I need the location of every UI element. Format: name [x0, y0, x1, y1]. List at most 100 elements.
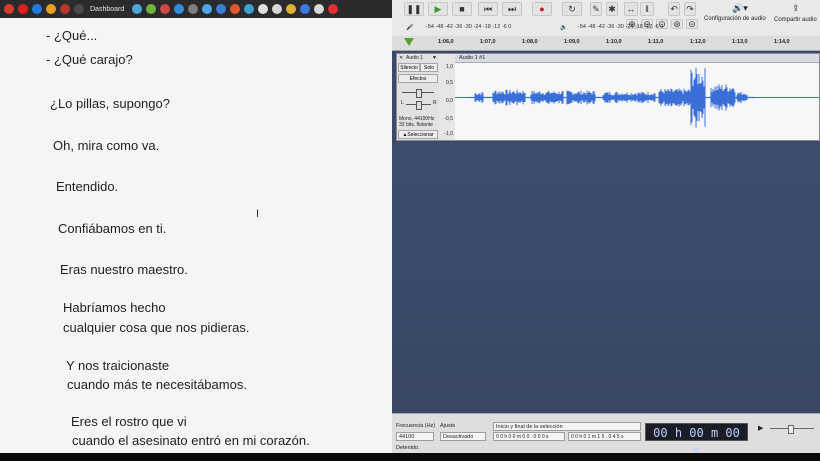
select-track-button[interactable]: ▲ Seleccionar	[398, 130, 438, 139]
rate-select[interactable]: 44100	[396, 432, 434, 441]
track-close-icon[interactable]: ✕	[399, 55, 403, 61]
doc-line: cuando más te necesitábamos.	[67, 377, 247, 392]
audio-track[interactable]: ✕ Audio 1 ▼ Silencio Solo Efectos L R Mo…	[396, 53, 820, 141]
time-tick: 1:13,0	[732, 39, 748, 45]
time-tick: 1:06,0	[438, 39, 454, 45]
bookmark-icon[interactable]	[314, 4, 325, 14]
bookmark-icon[interactable]	[4, 4, 14, 14]
speaker-icon: 🔈	[560, 25, 568, 31]
doc-line: Habríamos hecho	[63, 300, 166, 315]
bookmark-icon[interactable]	[216, 4, 227, 14]
share-audio-label[interactable]: Compartir audio	[774, 17, 817, 23]
doc-line: cualquier cosa que nos pidieras.	[63, 320, 250, 335]
bookmark-icon[interactable]	[202, 4, 213, 14]
track-control-panel: ✕ Audio 1 ▼ Silencio Solo Efectos L R Mo…	[397, 54, 440, 140]
bookmark-icon[interactable]	[160, 4, 171, 14]
play-speed-handle[interactable]	[788, 425, 794, 434]
selection-range-select[interactable]: Inicio y final de la selección	[493, 422, 641, 431]
bookmark-icon[interactable]	[32, 4, 42, 14]
zoom-fit-icon[interactable]: ⊛	[671, 19, 683, 29]
doc-line: - ¿Qué...	[46, 28, 98, 43]
bookmark-icon[interactable]	[230, 4, 241, 14]
pan-left-label: L	[401, 100, 404, 106]
rate-label: Frecuencia (Hz)	[396, 423, 436, 429]
bookmark-icon[interactable]	[74, 4, 84, 14]
bookmark-icon[interactable]	[258, 4, 269, 14]
audacity-window: ❚❚ ▶ ■ ⏮ ⏭ ● ↻ ✎ ✱ ↔ ‖ ↶ ↷ ⊕ ⊖ ⊙ ⊛ ⊝ -54…	[392, 0, 820, 453]
play-at-speed-icon[interactable]: ▶	[758, 424, 763, 432]
record-icon[interactable]: ●	[532, 2, 552, 16]
playback-meter-scale: -54 -48 -42 -36 -30 -24 -18 -12 -6 0	[578, 24, 664, 30]
bookmark-icon[interactable]	[328, 4, 339, 14]
bookmark-icon[interactable]	[244, 4, 255, 14]
time-tick: 1:14,0	[774, 39, 790, 45]
bookmarks-bar: Dashboard	[0, 0, 395, 18]
doc-line: Confiábamos en ti.	[58, 221, 167, 236]
bookmark-icon[interactable]	[146, 4, 157, 14]
waveform-area[interactable]: Audio 1 #1	[455, 54, 819, 140]
empty-track-area[interactable]	[392, 143, 820, 413]
gain-slider-handle[interactable]	[416, 89, 422, 98]
time-tick: 1:11,0	[648, 39, 664, 45]
share-icon[interactable]: ⇪	[792, 3, 800, 14]
time-tick: 1:12,0	[690, 39, 706, 45]
subtitle-document[interactable]: - ¿Qué... - ¿Qué carajo? ¿Lo pillas, sup…	[0, 18, 392, 453]
bookmark-icon[interactable]	[46, 4, 56, 14]
track-name[interactable]: Audio 1	[406, 55, 423, 61]
skip-end-icon[interactable]: ⏭	[502, 2, 522, 16]
time-display[interactable]: 00 h 00 m 00 s	[645, 423, 748, 453]
time-tick: 1:09,0	[564, 39, 580, 45]
undo-icon[interactable]: ↶	[668, 2, 680, 16]
scale-label: 0,5	[446, 80, 453, 86]
multi-tool-icon[interactable]: ✱	[606, 2, 618, 16]
bookmark-icon[interactable]	[18, 4, 28, 14]
pencil-icon[interactable]: ✎	[590, 2, 602, 16]
silence-icon[interactable]: ‖	[640, 2, 654, 16]
pause-icon[interactable]: ❚❚	[404, 2, 424, 16]
loop-icon[interactable]: ↻	[562, 2, 582, 16]
amplitude-scale: 1,0 0,5 0,0 -0,5 -1,0	[439, 54, 456, 140]
text-cursor-icon: I	[256, 208, 260, 220]
taskbar	[0, 453, 820, 461]
audacity-toolbar: ❚❚ ▶ ■ ⏮ ⏭ ● ↻ ✎ ✱ ↔ ‖ ↶ ↷ ⊕ ⊖ ⊙ ⊛ ⊝ -54…	[392, 0, 820, 37]
bookmark-icon[interactable]	[60, 4, 70, 14]
audio-setup-label[interactable]: Configuración de audio	[704, 16, 766, 22]
bookmark-icon[interactable]	[286, 4, 297, 14]
solo-button[interactable]: Solo	[420, 63, 438, 72]
timeline-ruler[interactable]: 1:06,0 1:07,0 1:08,0 1:09,0 1:10,0 1:11,…	[392, 36, 820, 51]
scale-label: 1,0	[446, 64, 453, 70]
time-tick: 1:10,0	[606, 39, 622, 45]
scale-label: -0,5	[444, 116, 453, 122]
time-tick: 1:08,0	[522, 39, 538, 45]
stop-icon[interactable]: ■	[452, 2, 472, 16]
trim-icon[interactable]: ↔	[624, 2, 638, 16]
bookmark-icon[interactable]	[272, 4, 283, 14]
playhead-icon[interactable]	[404, 38, 414, 46]
audio-setup-icon[interactable]: 🔊▾	[732, 3, 748, 14]
doc-line: Entendido.	[56, 179, 119, 194]
bookmark-icon[interactable]	[188, 4, 199, 14]
track-menu-icon[interactable]: ▼	[432, 55, 437, 61]
doc-line: cuando el asesinato entró en mi corazón.	[72, 433, 310, 448]
mute-button[interactable]: Silencio	[398, 63, 420, 72]
selection-end-field[interactable]: 0 0 h 0 1 m 1 5 . 0 4 5 s	[568, 432, 641, 441]
effects-button[interactable]: Efectos	[398, 74, 438, 83]
bookmark-icon[interactable]	[300, 4, 311, 14]
mic-icon: 🎤	[406, 25, 414, 31]
selection-start-field[interactable]: 0 0 h 0 0 m 0 0 . 0 0 0 s	[493, 432, 565, 441]
skip-start-icon[interactable]: ⏮	[478, 2, 498, 16]
clip-title[interactable]: Audio 1 #1	[455, 54, 819, 63]
play-icon[interactable]: ▶	[428, 2, 448, 16]
snap-select[interactable]: Desactivado	[440, 432, 486, 441]
zoom-toggle-icon[interactable]: ⊝	[686, 19, 698, 29]
screen: Dashboard - ¿Qué... - ¿Qué carajo? ¿Lo p…	[0, 0, 820, 461]
pan-slider-handle[interactable]	[416, 101, 422, 110]
doc-line: Eres el rostro que vi	[71, 414, 187, 429]
scale-label: -1,0	[444, 131, 453, 137]
select-track-label: Seleccionar	[407, 131, 434, 138]
bookmark-dashboard[interactable]: Dashboard	[90, 6, 124, 13]
redo-icon[interactable]: ↷	[684, 2, 696, 16]
bookmark-icon[interactable]	[174, 4, 185, 14]
selection-toolbar: Frecuencia (Hz) 44100 Ajuste Desactivado…	[392, 413, 820, 453]
bookmark-icon[interactable]	[132, 4, 143, 14]
